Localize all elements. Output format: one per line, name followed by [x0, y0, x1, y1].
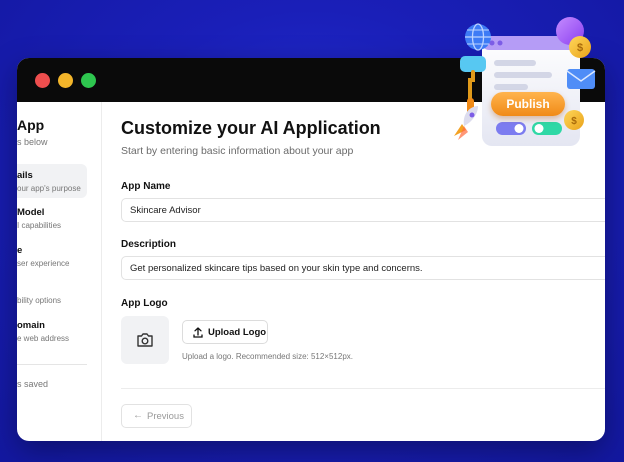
sidebar: App s below ails our app's purpose Model…: [17, 102, 102, 441]
description-label: Description: [121, 239, 177, 250]
sidebar-item-subtitle: ser experience: [17, 259, 70, 268]
previous-label: Previous: [147, 411, 184, 422]
sidebar-item-subtitle: I capabilities: [17, 221, 62, 230]
sidebar-item-capabilities[interactable]: bility options: [17, 276, 87, 310]
save-status: s saved: [17, 379, 49, 389]
footer-divider: [121, 388, 605, 389]
sidebar-item-title: omain: [17, 320, 45, 331]
camera-icon: [137, 333, 153, 347]
sidebar-item-details[interactable]: ails our app's purpose: [17, 164, 87, 198]
coin-icon: $: [564, 110, 584, 130]
arrow-left-icon: ←: [133, 410, 143, 421]
publish-button: Publish: [491, 92, 565, 116]
upload-logo-label: Upload Logo: [208, 327, 267, 338]
sidebar-divider: [17, 364, 87, 365]
envelope-icon: [566, 69, 596, 89]
app-name-input[interactable]: [121, 198, 605, 222]
description-input[interactable]: [121, 256, 605, 280]
sidebar-title: App: [17, 117, 45, 133]
sidebar-item-subtitle: bility options: [17, 296, 62, 305]
minimize-window-button[interactable]: [58, 73, 73, 88]
previous-button[interactable]: ← Previous: [121, 404, 192, 428]
sidebar-item-domain[interactable]: omain e web address: [17, 314, 87, 348]
sidebar-item-experience[interactable]: e ser experience: [17, 239, 87, 273]
globe-icon: [465, 23, 491, 51]
sidebar-subtitle: s below: [17, 137, 48, 147]
page-title: Customize your AI Application: [121, 118, 381, 138]
upload-hint: Upload a logo. Recommended size: 512×512…: [182, 352, 353, 361]
logo-placeholder[interactable]: [121, 316, 169, 364]
svg-text:$: $: [577, 42, 583, 54]
app-logo-label: App Logo: [121, 298, 168, 309]
maximize-window-button[interactable]: [81, 73, 96, 88]
sidebar-item-title: ails: [17, 170, 33, 181]
upload-icon: [193, 327, 203, 338]
sidebar-item-subtitle: our app's purpose: [17, 184, 81, 193]
sidebar-item-title: Model: [17, 207, 45, 218]
app-name-label: App Name: [121, 181, 171, 192]
illustration-art: $ $: [454, 17, 596, 146]
close-window-button[interactable]: [35, 73, 50, 88]
sidebar-item-title: e: [17, 245, 23, 256]
upload-logo-button[interactable]: Upload Logo: [182, 320, 268, 344]
sidebar-item-subtitle: e web address: [17, 334, 70, 343]
page-subtitle: Start by entering basic information abou…: [121, 145, 354, 157]
rocket-icon: [454, 106, 478, 140]
sidebar-item-model[interactable]: Model I capabilities: [17, 201, 87, 235]
svg-text:$: $: [571, 116, 577, 127]
publish-illustration: $ $ Publish: [440, 14, 612, 154]
